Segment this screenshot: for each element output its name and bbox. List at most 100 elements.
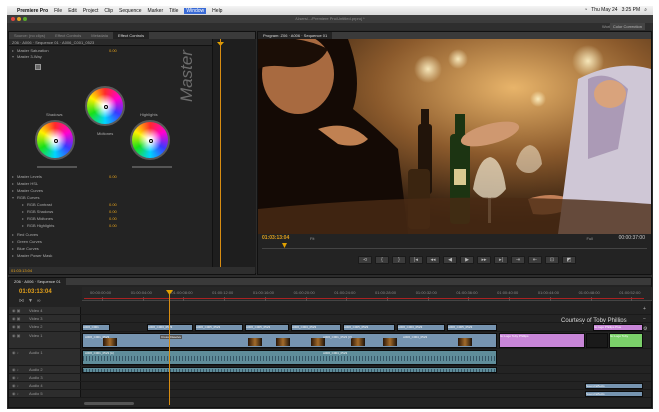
timeline-graphic-clip[interactable]: Gr-Logo Toby <box>609 333 643 348</box>
disclosure-triangle-icon[interactable]: ▸ <box>19 209 27 215</box>
timeline-clip[interactable]: A006_C003_0523 <box>147 324 193 331</box>
disclosure-triangle-icon[interactable]: ▸ <box>9 253 17 259</box>
fx-row-master-hsl[interactable]: ▸ Master HSL <box>9 181 38 187</box>
program-time-ruler[interactable] <box>262 243 647 249</box>
mark-out-button[interactable]: } <box>392 256 406 264</box>
wrench-icon[interactable]: ⚙ <box>643 326 650 332</box>
menu-marker[interactable]: Marker <box>148 8 164 14</box>
menu-sequence[interactable]: Sequence <box>119 8 142 14</box>
fx-row-rgb-contrast[interactable]: ▸ RGB Contrast 0.00 <box>19 202 117 208</box>
disclosure-triangle-icon[interactable]: ▸ <box>9 239 17 245</box>
speaker-icon[interactable]: ◉ ♪ <box>12 375 19 380</box>
fx-row-master-levels[interactable]: ▸ Master Levels 0.00 <box>9 174 117 180</box>
step-forward-button[interactable]: ▸▸ <box>477 256 491 264</box>
timeline-audio-clip[interactable]: A006_C001_0523 [A] A006_C004_0523 <box>82 350 497 365</box>
menu-title[interactable]: Title <box>169 8 178 14</box>
timeline-black-clip[interactable] <box>586 333 608 348</box>
menu-help[interactable]: Help <box>212 8 222 14</box>
timeline-clip[interactable]: A006_C001_0523 Cross Dissolve A006_C001_… <box>82 333 497 348</box>
fx-row-rgb-shadows[interactable]: ▸ RGB Shadows 0.00 <box>19 209 117 215</box>
shadows-handle[interactable] <box>54 139 58 143</box>
fx-row-rgb-highlights[interactable]: ▸ RGB Highlights 0.00 <box>19 223 117 229</box>
eye-icon[interactable]: ◉ ▣ <box>12 308 20 313</box>
highlights-slider[interactable] <box>132 166 172 168</box>
speaker-icon[interactable]: ◉ ♪ <box>12 367 19 372</box>
midtones-handle[interactable] <box>104 105 108 109</box>
app-menu[interactable]: Premiere Pro <box>17 8 48 14</box>
timeline-title-clip[interactable]: Gr-Logo Toby Phillips <box>499 333 585 348</box>
timeline-clip[interactable]: A006_C005_0523 <box>343 324 395 331</box>
menu-project[interactable]: Project <box>83 8 99 14</box>
track-header[interactable]: ◉ ▣ Video 2 <box>9 323 81 331</box>
play-reverse-button[interactable]: ◀ <box>443 256 457 264</box>
tab-program[interactable]: Program: Z06 · A006 · Sequence 01 <box>258 32 333 39</box>
menu-file[interactable]: File <box>54 8 62 14</box>
timeline-clip[interactable]: A006_C001 <box>82 324 110 331</box>
fit-dropdown[interactable]: Fit <box>310 234 314 243</box>
track-header[interactable]: ◉ ♪ Audio 4 <box>9 382 81 389</box>
tab-effect-controls-1[interactable]: Effect Controls <box>50 32 86 39</box>
effect-controls-timecode[interactable]: 01:03:13:04 <box>9 267 255 274</box>
fx-row-rgb-midtones[interactable]: ▸ RGB Midtones 0.00 <box>19 216 117 222</box>
menu-edit[interactable]: Edit <box>68 8 77 14</box>
timeline-scrollbar[interactable] <box>84 402 134 405</box>
swatch-icon[interactable] <box>35 64 41 70</box>
highlights-color-wheel[interactable] <box>130 120 170 160</box>
timeline-audio-clip[interactable]: Sound Effects <box>585 391 643 397</box>
disclosure-triangle-icon[interactable]: ▸ <box>19 223 27 229</box>
transition-label[interactable]: Cross Dissolve <box>160 335 183 339</box>
step-back-button[interactable]: ◂◂ <box>426 256 440 264</box>
go-to-out-button[interactable]: ▸| <box>494 256 508 264</box>
extract-button[interactable]: ⇤ <box>528 256 542 264</box>
eye-icon[interactable]: ◉ ▣ <box>12 316 20 321</box>
zoom-out-icon[interactable]: − <box>643 316 650 322</box>
disclosure-triangle-icon[interactable]: ▾ <box>9 54 17 60</box>
program-timecode-current[interactable]: 01:03:13:04 <box>262 234 289 243</box>
program-video-frame[interactable] <box>258 39 651 234</box>
track-header[interactable]: ◉ ▣ Video 4 <box>9 307 81 314</box>
midtones-color-wheel[interactable] <box>85 86 125 126</box>
effect-mini-timeline[interactable] <box>212 39 256 273</box>
lift-button[interactable]: ⇥ <box>511 256 525 264</box>
fx-row-red-curves[interactable]: ▸ Red Curves <box>9 232 38 238</box>
shadows-slider[interactable] <box>37 166 77 168</box>
timeline-audio-clip[interactable] <box>82 367 497 373</box>
speaker-icon[interactable]: ◉ ♪ <box>12 350 19 355</box>
disclosure-triangle-icon[interactable]: ▸ <box>9 188 17 194</box>
disclosure-triangle-icon[interactable]: ▸ <box>9 232 17 238</box>
menu-clip[interactable]: Clip <box>104 8 113 14</box>
shadows-color-wheel[interactable] <box>35 120 75 160</box>
track-header[interactable]: ◉ ♪ Audio 1 <box>9 349 81 365</box>
disclosure-triangle-icon[interactable]: ▸ <box>9 181 17 187</box>
link-icon[interactable]: ∞ <box>37 298 41 304</box>
highlights-handle[interactable] <box>149 139 153 143</box>
disclosure-triangle-icon[interactable]: ▸ <box>19 216 27 222</box>
tab-sequence[interactable]: Z06 · A006 · Sequence 01 <box>9 278 66 285</box>
eye-icon[interactable]: ◉ ▣ <box>12 324 20 329</box>
disclosure-triangle-icon[interactable]: ▸ <box>19 202 27 208</box>
marker-icon[interactable]: ▼ <box>28 298 33 304</box>
resolution-dropdown[interactable]: Full <box>587 234 593 243</box>
fx-row-rgb-curves[interactable]: ▾ RGB Curves <box>9 195 39 201</box>
spotlight-icon[interactable]: ⌕ <box>644 7 647 13</box>
speaker-icon[interactable]: ◉ ♪ <box>12 391 19 396</box>
disclosure-triangle-icon[interactable]: ▸ <box>9 246 17 252</box>
track-header[interactable]: ◉ ♪ Audio 3 <box>9 374 81 381</box>
fx-row-master-3way[interactable]: ▾ Master 3-Way <box>9 54 42 60</box>
track-header[interactable]: ◉ ▣ Video 1 <box>9 332 81 348</box>
track-header[interactable]: ◉ ▣ Video 3 <box>9 315 81 322</box>
clock-time[interactable]: 3:25 PM <box>622 7 641 13</box>
wifi-icon[interactable]: ◔ <box>584 7 587 13</box>
mark-in-button[interactable]: { <box>375 256 389 264</box>
timeline-audio-clip[interactable]: Sound Effects <box>585 383 643 389</box>
program-playhead-icon[interactable] <box>282 243 287 248</box>
fx-row-green-curves[interactable]: ▸ Green Curves <box>9 239 42 245</box>
button-editor-button[interactable]: ◩ <box>562 256 576 264</box>
tab-metadata[interactable]: Metadata <box>86 32 113 39</box>
workspace-dropdown[interactable]: Color Correction <box>609 23 645 30</box>
timeline-timecode[interactable]: 01:03:13:04 <box>19 289 52 295</box>
timeline-clip[interactable]: A006_C005_0523 <box>195 324 243 331</box>
disclosure-triangle-icon[interactable]: ▾ <box>9 195 17 201</box>
eye-icon[interactable]: ◉ ▣ <box>12 333 20 338</box>
tab-effect-controls[interactable]: Effect Controls <box>112 32 150 39</box>
